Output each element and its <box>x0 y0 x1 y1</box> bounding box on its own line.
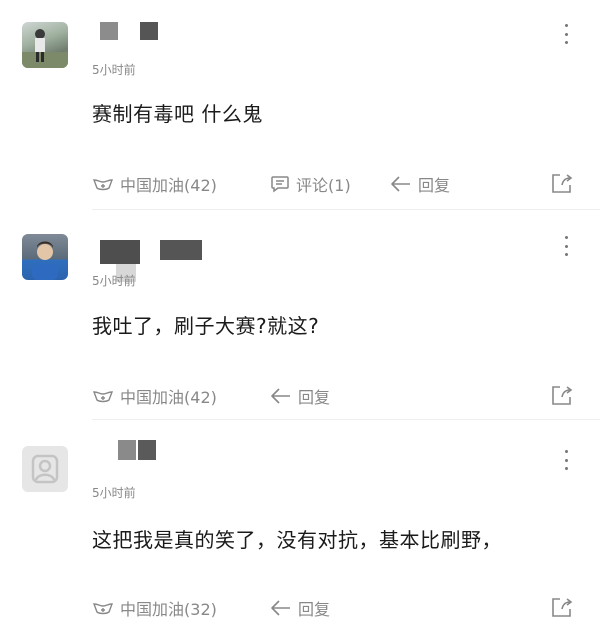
cheer-hands-icon <box>92 179 114 191</box>
reply-button[interactable]: 回复 <box>390 172 450 196</box>
default-avatar-icon <box>31 454 59 484</box>
reply-button[interactable]: 回复 <box>270 596 330 620</box>
share-icon <box>552 386 573 405</box>
comment-time: 5小时前 <box>92 486 136 500</box>
share-button[interactable] <box>550 596 574 618</box>
cheer-hands-icon <box>92 391 114 403</box>
share-icon <box>552 598 573 617</box>
comment-actions: 中国加油(42) 回复 <box>92 384 592 408</box>
comment-text: 我吐了，刷子大赛?就这? <box>92 314 320 338</box>
comment-actions: 中国加油(32) 回复 <box>92 596 592 620</box>
comment-text: 这把我是真的笑了，没有对抗，基本比刷野， <box>92 528 502 552</box>
username-redacted[interactable] <box>100 440 160 460</box>
comment-item: 5小时前 这把我是真的笑了，没有对抗，基本比刷野， 中国加油(32) 回复 <box>0 420 600 644</box>
cheer-button[interactable]: 中国加油(32) <box>92 596 217 620</box>
share-button[interactable] <box>550 384 574 406</box>
comment-bubble-icon <box>271 176 289 193</box>
more-vertical-icon[interactable] <box>560 236 572 256</box>
comment-button[interactable]: 评论(1) <box>270 172 351 196</box>
more-vertical-icon[interactable] <box>560 450 572 470</box>
comment-time: 5小时前 <box>92 63 136 77</box>
reply-arrow-icon <box>391 176 410 192</box>
reply-arrow-icon <box>271 600 290 616</box>
reply-arrow-icon <box>271 388 290 404</box>
username-redacted[interactable] <box>100 240 210 282</box>
avatar[interactable] <box>22 22 68 68</box>
cheer-button[interactable]: 中国加油(42) <box>92 384 217 408</box>
cheer-hands-icon <box>92 603 114 615</box>
username-redacted[interactable] <box>100 22 160 40</box>
cheer-button[interactable]: 中国加油(42) <box>92 172 217 196</box>
share-icon <box>552 174 573 193</box>
avatar[interactable] <box>22 234 68 280</box>
comment-item: 5小时前 赛制有毒吧 什么鬼 中国加油(42) 评论(1) 回复 <box>0 0 600 210</box>
comment-text: 赛制有毒吧 什么鬼 <box>92 102 263 126</box>
share-button[interactable] <box>550 172 574 194</box>
reply-button[interactable]: 回复 <box>270 384 330 408</box>
avatar[interactable] <box>22 446 68 492</box>
comment-item: 5小时前 我吐了，刷子大赛?就这? 中国加油(42) 回复 <box>0 210 600 420</box>
comment-actions: 中国加油(42) 评论(1) 回复 <box>92 172 592 196</box>
comment-time: 5小时前 <box>92 274 136 288</box>
more-vertical-icon[interactable] <box>560 24 572 44</box>
